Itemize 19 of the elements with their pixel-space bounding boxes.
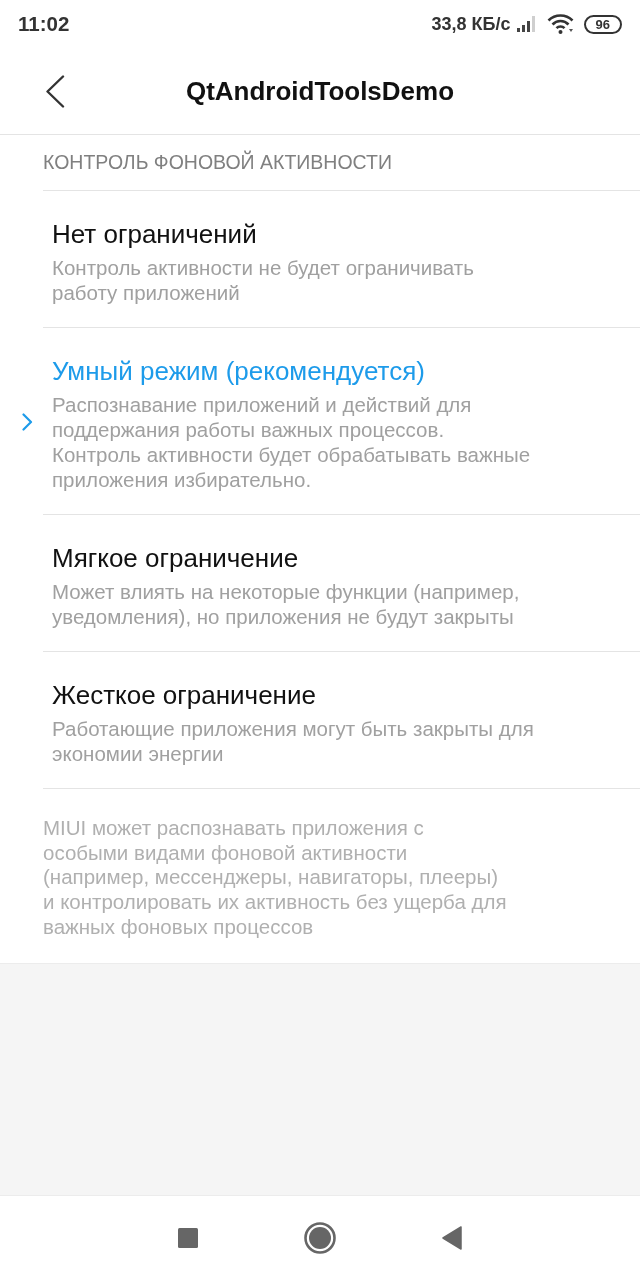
circle-icon[interactable] — [304, 1222, 336, 1254]
network-speed: 33,8 КБ/с — [431, 13, 511, 35]
option-title[interactable]: Мягкое ограничение — [52, 542, 299, 574]
status-time: 11:02 — [18, 12, 70, 36]
section-header: КОНТРОЛЬ ФОНОВОЙ АКТИВНОСТИ — [43, 151, 392, 174]
wifi-icon — [546, 14, 574, 34]
option-title[interactable]: Нет ограничений — [52, 218, 257, 250]
info-note: MIUI может распознавать приложения с особыми видами фоновой активности (например, мессенджеры, навигаторы, плееры) и контролировать их активность без ущерба для важных фоновых процессов — [43, 816, 507, 940]
option-description: Контроль активности не будет ограничивать работу приложений — [52, 255, 474, 305]
option-title[interactable]: Жесткое ограничение — [52, 679, 316, 711]
battery-indicator: 96 — [583, 14, 622, 34]
signal-icon — [516, 16, 537, 32]
option-description: Распознавание приложений и действий для поддержания работы важных процессов. Контроль активности будет обрабатывать важные приложения избирательно. — [52, 392, 531, 492]
chevron-right-icon — [22, 412, 33, 431]
option-description: Работающие приложения могут быть закрыты для экономии энергии — [52, 716, 534, 766]
option-description: Может влиять на некоторые функции (например, уведомления), но приложения не будут закрыты — [52, 579, 520, 629]
app-title: QtAndroidToolsDemo — [185, 75, 455, 107]
triangle-icon[interactable] — [442, 1226, 462, 1250]
back-icon[interactable] — [45, 74, 65, 108]
